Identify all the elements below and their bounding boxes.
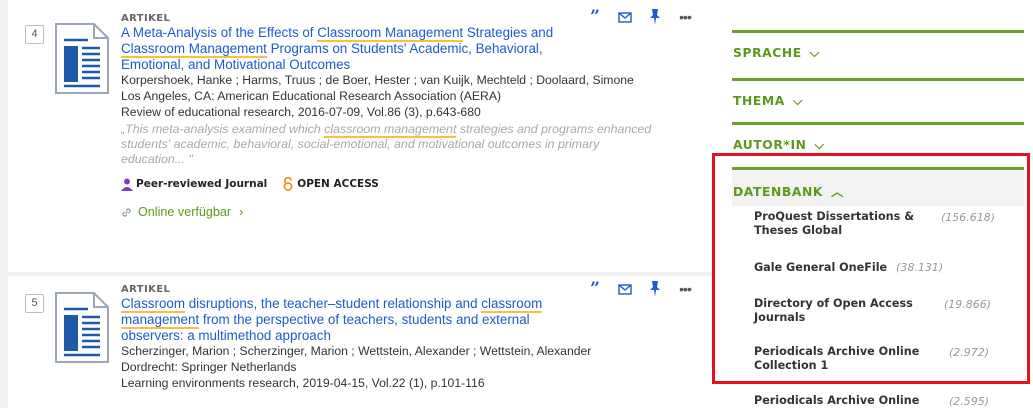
chevron-down-icon: ⌵ [814,138,825,152]
highlight-box [712,153,1030,384]
title-text: A Meta-Analysis of the Effects of [121,25,318,40]
abstract-snippet: „This meta-analysis examined which class… [121,122,661,167]
chevron-down-icon: ⌵ [792,94,803,108]
open-access-badge: OPEN ACCESS [283,177,379,192]
resource-type: ARTIKEL [121,13,171,24]
document-thumbnail-icon[interactable] [54,291,110,364]
peer-reviewed-label: Peer-reviewed Journal [136,178,268,191]
badges: Peer-reviewed Journal OPEN ACCESS [121,177,692,192]
result-title[interactable]: A Meta-Analysis of the Effects of Classr… [121,25,576,73]
title-highlight: Classroom Management [317,25,464,42]
authors: Korpershoek, Hanke ; Harms, Truus ; de B… [121,73,634,87]
facet-label: SPRACHE [733,46,802,60]
result-title[interactable]: Classroom disruptions, the teacher–stude… [121,296,576,344]
peer-reviewed-badge: Peer-reviewed Journal [121,178,267,191]
result-body: ARTIKEL A Meta-Analysis of the Effects o… [121,13,692,219]
results-list: 4 ” ••• ARTIKEL A Meta-Analysis of the E… [0,0,712,408]
open-access-label: OPEN ACCESS [297,178,379,191]
title-text: Strategies and [463,25,554,40]
authors: Scherzinger, Marion ; Scherzinger, Mario… [121,344,592,358]
peer-reviewed-icon [121,178,133,191]
chevron-down-icon: ⌵ [809,46,820,60]
link-icon [122,208,131,217]
publisher: Dordrecht: Springer Netherlands [121,359,297,374]
source: Review of educational research, 2016-07-… [121,104,481,119]
facet-label: AUTOR*IN [733,138,807,152]
option-label: Periodicals Archive Online [754,394,920,407]
option-count: (2.595) [949,395,990,408]
result-number: 5 [25,294,44,313]
result-card: 5 ” ••• ARTIKEL Classroom disruptions, t… [8,276,712,408]
snippet-highlight: classroom management [324,122,457,139]
facet-label: THEMA [733,94,785,108]
open-access-icon [283,177,293,192]
result-body: ARTIKEL Classroom disruptions, the teach… [121,284,692,391]
facet-option-periodicals-2[interactable]: Periodicals Archive Online [754,394,919,408]
document-thumbnail-icon[interactable] [54,22,110,95]
facet-thema[interactable]: THEMA ⌵ [732,78,1024,121]
resource-type: ARTIKEL [121,284,171,295]
online-available-link[interactable]: Online verfügbar › [121,205,692,219]
online-label: Online verfügbar [138,205,232,220]
publisher: Los Angeles, CA: American Educational Re… [121,88,502,103]
title-highlight: Classroom [121,296,185,313]
title-highlight: Classroom Management [121,41,267,58]
facet-sprache[interactable]: SPRACHE ⌵ [732,30,1024,73]
result-card: 4 ” ••• ARTIKEL A Meta-Analysis of the E… [8,0,712,272]
source: Learning environments research, 2019-04-… [121,375,485,390]
chevron-right-icon: › [239,205,244,220]
result-number: 4 [25,25,44,44]
snippet-text: „This meta-analysis examined which [121,122,325,137]
title-text: disruptions, the teacher–student relatio… [185,296,482,311]
